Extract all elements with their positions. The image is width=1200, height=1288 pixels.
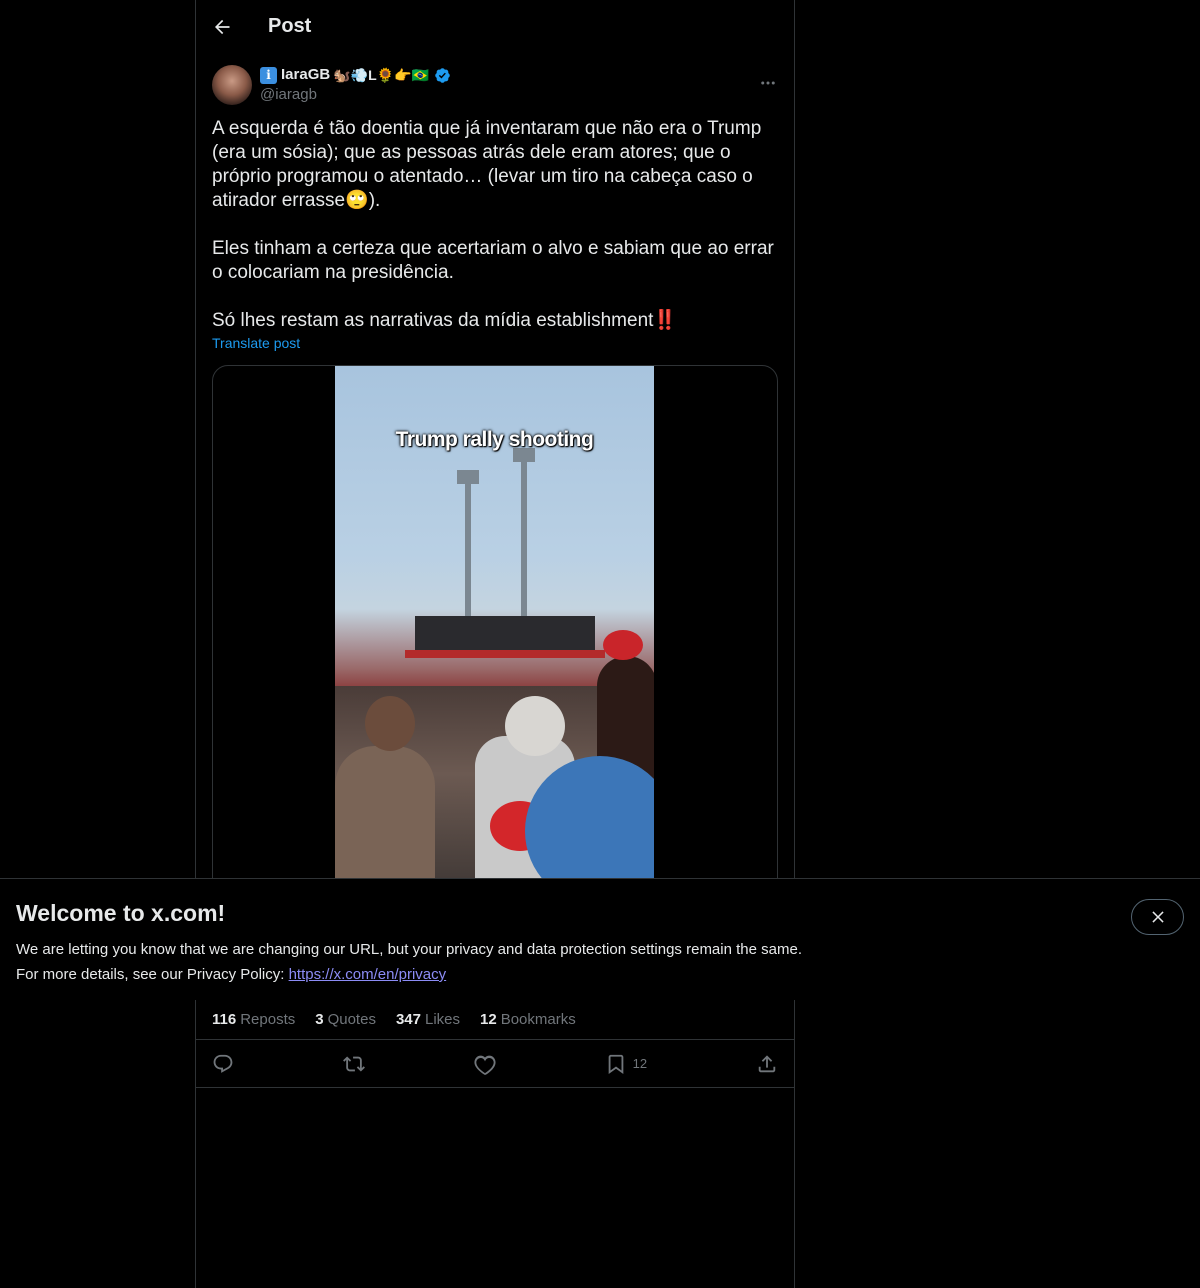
close-icon bbox=[1151, 911, 1164, 923]
reposts-count: 116 bbox=[212, 1011, 237, 1028]
main-column: Post i IaraGB 🐿️💨L🌻👉🇧🇷 @iaragb A esquerd… bbox=[195, 0, 795, 1288]
bookmarks-count: 12 bbox=[480, 1011, 497, 1028]
crowd-person-head bbox=[505, 696, 565, 756]
close-banner-button[interactable] bbox=[1131, 899, 1184, 935]
author-handle[interactable]: @iaragb bbox=[260, 85, 451, 105]
avatar[interactable] bbox=[212, 65, 252, 105]
back-button[interactable] bbox=[204, 9, 240, 45]
reply-button[interactable] bbox=[212, 1053, 234, 1075]
like-button[interactable] bbox=[474, 1053, 496, 1075]
video-player[interactable]: Trump rally shooting bbox=[335, 366, 654, 904]
page-title: Post bbox=[268, 15, 312, 37]
more-options-button[interactable] bbox=[756, 71, 780, 95]
heart-icon bbox=[474, 1055, 496, 1075]
privacy-policy-link[interactable]: https://x.com/en/privacy bbox=[289, 966, 447, 983]
banner-line-2: For more details, see our Privacy Policy… bbox=[16, 962, 1184, 987]
welcome-banner: Welcome to x.com! We are letting you kno… bbox=[0, 878, 1200, 1000]
banner-title: Welcome to x.com! bbox=[16, 900, 226, 926]
bookmarks-label: Bookmarks bbox=[500, 1011, 576, 1028]
bookmarks-stat[interactable]: 12 Bookmarks bbox=[480, 1011, 576, 1028]
banner-text: We are letting you know that we are chan… bbox=[16, 937, 1184, 987]
repost-icon bbox=[342, 1056, 365, 1071]
likes-count: 347 bbox=[395, 1011, 421, 1028]
light-pole bbox=[521, 454, 527, 624]
more-horizontal-icon bbox=[761, 81, 775, 85]
author-name-row[interactable]: i IaraGB 🐿️💨L🌻👉🇧🇷 bbox=[260, 65, 451, 85]
author-name[interactable]: IaraGB bbox=[281, 65, 330, 85]
banner-line-1: We are letting you know that we are chan… bbox=[16, 941, 802, 958]
post-text: A esquerda é tão doentia que já inventar… bbox=[212, 118, 774, 331]
share-icon bbox=[758, 1054, 776, 1072]
post-media[interactable]: Trump rally shooting bbox=[212, 365, 778, 905]
banner-line-2-prefix: For more details, see our Privacy Policy… bbox=[16, 966, 289, 983]
author-emoji-suffix: 🐿️💨L🌻👉🇧🇷 bbox=[333, 67, 429, 83]
light-pole bbox=[465, 476, 471, 616]
bookmark-count: 12 bbox=[632, 1056, 648, 1071]
post-author: i IaraGB 🐿️💨L🌻👉🇧🇷 @iaragb bbox=[196, 53, 794, 105]
crowd-person-head bbox=[365, 696, 415, 751]
light-pole-head bbox=[457, 470, 479, 484]
quotes-stat[interactable]: 3 Quotes bbox=[315, 1011, 376, 1028]
likes-label: Likes bbox=[424, 1011, 461, 1028]
reposts-stat[interactable]: 116 Reposts bbox=[212, 1011, 295, 1028]
reposts-label: Reposts bbox=[240, 1011, 296, 1028]
verified-badge-icon bbox=[435, 67, 450, 83]
reply-icon bbox=[213, 1054, 233, 1073]
quotes-count: 3 bbox=[315, 1011, 324, 1028]
repost-button[interactable] bbox=[342, 1053, 365, 1075]
video-caption: Trump rally shooting bbox=[395, 428, 594, 451]
info-badge-icon: i bbox=[260, 66, 277, 84]
bookmark-icon bbox=[608, 1054, 623, 1074]
post-actions: 12 bbox=[196, 1040, 794, 1088]
bookmark-button[interactable]: 12 bbox=[605, 1053, 647, 1075]
red-cap bbox=[603, 630, 643, 660]
page-header: Post bbox=[196, 0, 794, 53]
translate-post-link[interactable]: Translate post bbox=[196, 333, 316, 351]
share-button[interactable] bbox=[756, 1053, 778, 1075]
post-stats: 116 Reposts 3 Quotes 347 Likes 12 Bookmarks bbox=[196, 1000, 794, 1040]
stage-rail bbox=[405, 650, 605, 658]
likes-stat[interactable]: 347 Likes bbox=[396, 1011, 460, 1028]
arrow-left-icon bbox=[215, 19, 230, 34]
author-info: i IaraGB 🐿️💨L🌻👉🇧🇷 @iaragb bbox=[260, 65, 451, 105]
quotes-label: Quotes bbox=[327, 1011, 376, 1028]
